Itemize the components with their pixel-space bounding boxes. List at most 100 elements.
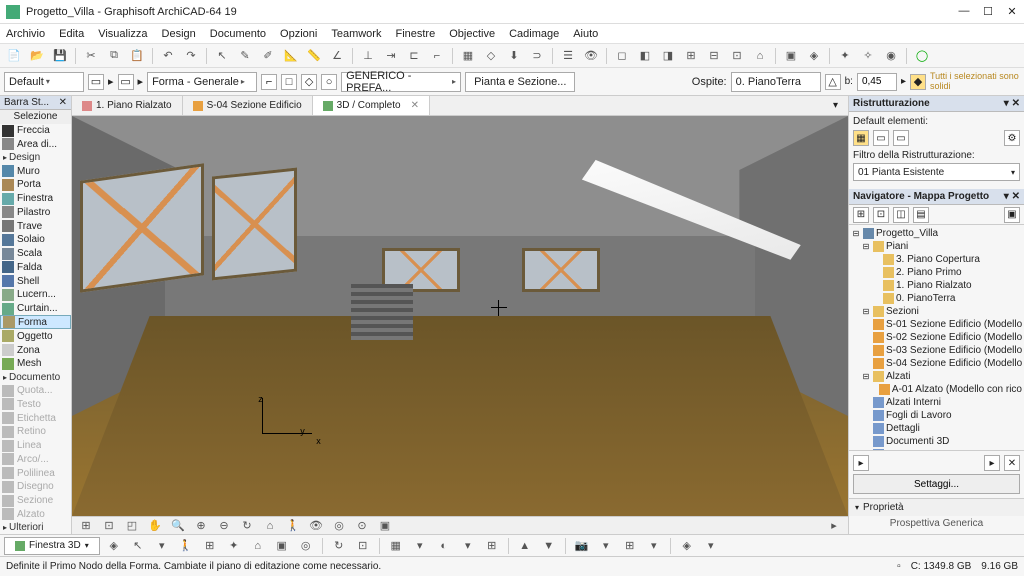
geom-3-icon[interactable]: ◇ xyxy=(301,74,317,90)
tool-linea[interactable]: Linea xyxy=(0,439,71,453)
view1-icon[interactable]: ◻ xyxy=(612,47,632,65)
vb-13-icon[interactable]: ⊙ xyxy=(352,517,372,535)
vb-2-icon[interactable]: ⊡ xyxy=(99,517,119,535)
solid-icon[interactable]: ◆ xyxy=(910,74,926,90)
bt-20-icon[interactable]: ▾ xyxy=(596,537,616,555)
view2-icon[interactable]: ◧ xyxy=(635,47,655,65)
bt-14-icon[interactable]: ◐ xyxy=(434,537,454,555)
menu-archivio[interactable]: Archivio xyxy=(6,28,45,40)
generico-selector[interactable]: GENERICO - PREFA...▸ xyxy=(341,72,461,92)
nav-menu-icon[interactable]: ▾ xyxy=(1004,191,1009,202)
menu-documento[interactable]: Documento xyxy=(210,28,266,40)
tool-retino[interactable]: Retino xyxy=(0,425,71,439)
bt-21-icon[interactable]: ⊞ xyxy=(620,537,640,555)
piano-selector[interactable]: 0. PianoTerra xyxy=(731,72,821,92)
layer-icon[interactable]: ☰ xyxy=(558,47,578,65)
nav-close-icon[interactable]: ✕ xyxy=(1012,191,1020,202)
ruler-icon[interactable]: 📏 xyxy=(304,47,324,65)
filter-select[interactable]: 01 Pianta Esistente▾ xyxy=(853,163,1020,181)
bt-3-icon[interactable]: ▾ xyxy=(152,537,172,555)
nav-b1-icon[interactable]: ▸ xyxy=(853,455,869,471)
menu-edita[interactable]: Edita xyxy=(59,28,84,40)
vb-10-icon[interactable]: 🚶 xyxy=(283,517,303,535)
tool-b-icon[interactable]: ◈ xyxy=(804,47,824,65)
tool-scala[interactable]: Scala xyxy=(0,247,71,261)
tool-disegno[interactable]: Disegno xyxy=(0,480,71,494)
bt-6-icon[interactable]: ✦ xyxy=(224,537,244,555)
tool-sezione[interactable]: Sezione xyxy=(0,494,71,508)
bt-4-icon[interactable]: 🚶 xyxy=(176,537,196,555)
tool-a-icon[interactable]: ▣ xyxy=(781,47,801,65)
nav-t1-icon[interactable]: ⊞ xyxy=(853,207,869,223)
menu-cadimage[interactable]: Cadimage xyxy=(509,28,559,40)
geom-1-icon[interactable]: ⌐ xyxy=(261,74,277,90)
vb-1-icon[interactable]: ⊞ xyxy=(76,517,96,535)
tree-root[interactable]: ⊟Progetto_Villa xyxy=(851,227,1022,240)
tree-alzati-int[interactable]: Alzati Interni xyxy=(851,396,1022,409)
menu-opzioni[interactable]: Opzioni xyxy=(280,28,317,40)
copy-icon[interactable]: ⧉ xyxy=(104,47,124,65)
tab-close-icon[interactable]: ✕ xyxy=(411,100,419,111)
bt-22-icon[interactable]: ▾ xyxy=(644,537,664,555)
tool-trave[interactable]: Trave xyxy=(0,219,71,233)
redo-icon[interactable]: ↷ xyxy=(181,47,201,65)
menu-objective[interactable]: Objective xyxy=(449,28,495,40)
angle-tool-icon[interactable]: △ xyxy=(825,74,841,90)
tab-piano-rialzato[interactable]: 1. Piano Rialzato xyxy=(72,96,183,115)
bt-12-icon[interactable]: ▦ xyxy=(386,537,406,555)
tool-freccia[interactable]: Freccia xyxy=(0,124,71,138)
tool-zona[interactable]: Zona xyxy=(0,343,71,357)
vb-6-icon[interactable]: ⊕ xyxy=(191,517,211,535)
vb-3-icon[interactable]: ◰ xyxy=(122,517,142,535)
angle-icon[interactable]: ∠ xyxy=(327,47,347,65)
section-ulteriori[interactable]: Ulteriori xyxy=(0,521,71,534)
bt-18-icon[interactable]: ▼ xyxy=(539,537,559,555)
fillet-icon[interactable]: ⌐ xyxy=(427,47,447,65)
viewport-3d[interactable]: z y x xyxy=(72,116,848,516)
tree-s03[interactable]: S-03 Sezione Edificio (Modello xyxy=(851,344,1022,357)
bt-5-icon[interactable]: ⊞ xyxy=(200,537,220,555)
tree-alzati[interactable]: ⊟Alzati xyxy=(851,370,1022,383)
section-documento[interactable]: Documento xyxy=(0,371,71,384)
vb-11-icon[interactable]: 👁 xyxy=(306,517,326,535)
menu-visualizza[interactable]: Visualizza xyxy=(98,28,147,40)
visibility-icon[interactable]: 👁 xyxy=(581,47,601,65)
section-design[interactable]: Design xyxy=(0,151,71,164)
bt-16-icon[interactable]: ⊞ xyxy=(482,537,502,555)
tool-e-icon[interactable]: ◉ xyxy=(881,47,901,65)
measure-icon[interactable]: 📐 xyxy=(281,47,301,65)
tree-dettagli[interactable]: Dettagli xyxy=(851,422,1022,435)
tool-shell[interactable]: Shell xyxy=(0,274,71,288)
proprieta-header[interactable]: ▾ Proprietà xyxy=(849,498,1024,516)
tab-finestra-3d[interactable]: Finestra 3D ▾ xyxy=(4,537,100,555)
menu-design[interactable]: Design xyxy=(162,28,196,40)
bt-8-icon[interactable]: ▣ xyxy=(272,537,292,555)
save-icon[interactable]: 💾 xyxy=(50,47,70,65)
default-selector[interactable]: Default▾ xyxy=(4,72,84,92)
vb-7-icon[interactable]: ⊖ xyxy=(214,517,234,535)
tool-arco[interactable]: Arco/... xyxy=(0,452,71,466)
grid-icon[interactable]: ▦ xyxy=(458,47,478,65)
cut-icon[interactable]: ✂ xyxy=(81,47,101,65)
geom-2-icon[interactable]: □ xyxy=(281,74,297,90)
trim-icon[interactable]: ⊏ xyxy=(404,47,424,65)
sel-1-icon[interactable]: ▭ xyxy=(88,74,104,90)
pianta-button[interactable]: Pianta e Sezione... xyxy=(465,72,575,92)
tree-a01[interactable]: A-01 Alzato (Modello con rico xyxy=(851,383,1022,396)
nav-b2-icon[interactable]: ▸ xyxy=(984,455,1000,471)
ris-icon-1[interactable]: ▦ xyxy=(853,130,869,146)
maximize-button[interactable]: ☐ xyxy=(982,5,994,18)
close-button[interactable]: ✕ xyxy=(1006,5,1018,18)
nav-t3-icon[interactable]: ◫ xyxy=(893,207,909,223)
forma-selector[interactable]: Forma - Generale▸ xyxy=(147,72,257,92)
undo-icon[interactable]: ↶ xyxy=(158,47,178,65)
minimize-button[interactable]: — xyxy=(958,5,970,18)
tree-piano-1[interactable]: 1. Piano Rialzato xyxy=(851,279,1022,292)
tool-finestra[interactable]: Finestra xyxy=(0,192,71,206)
view5-icon[interactable]: ⊟ xyxy=(704,47,724,65)
nav-t2-icon[interactable]: ⊡ xyxy=(873,207,889,223)
tool-lucernario[interactable]: Lucern... xyxy=(0,288,71,302)
tree-sezioni[interactable]: ⊟Sezioni xyxy=(851,305,1022,318)
help-icon[interactable]: ◯ xyxy=(912,47,932,65)
tool-c-icon[interactable]: ✦ xyxy=(835,47,855,65)
